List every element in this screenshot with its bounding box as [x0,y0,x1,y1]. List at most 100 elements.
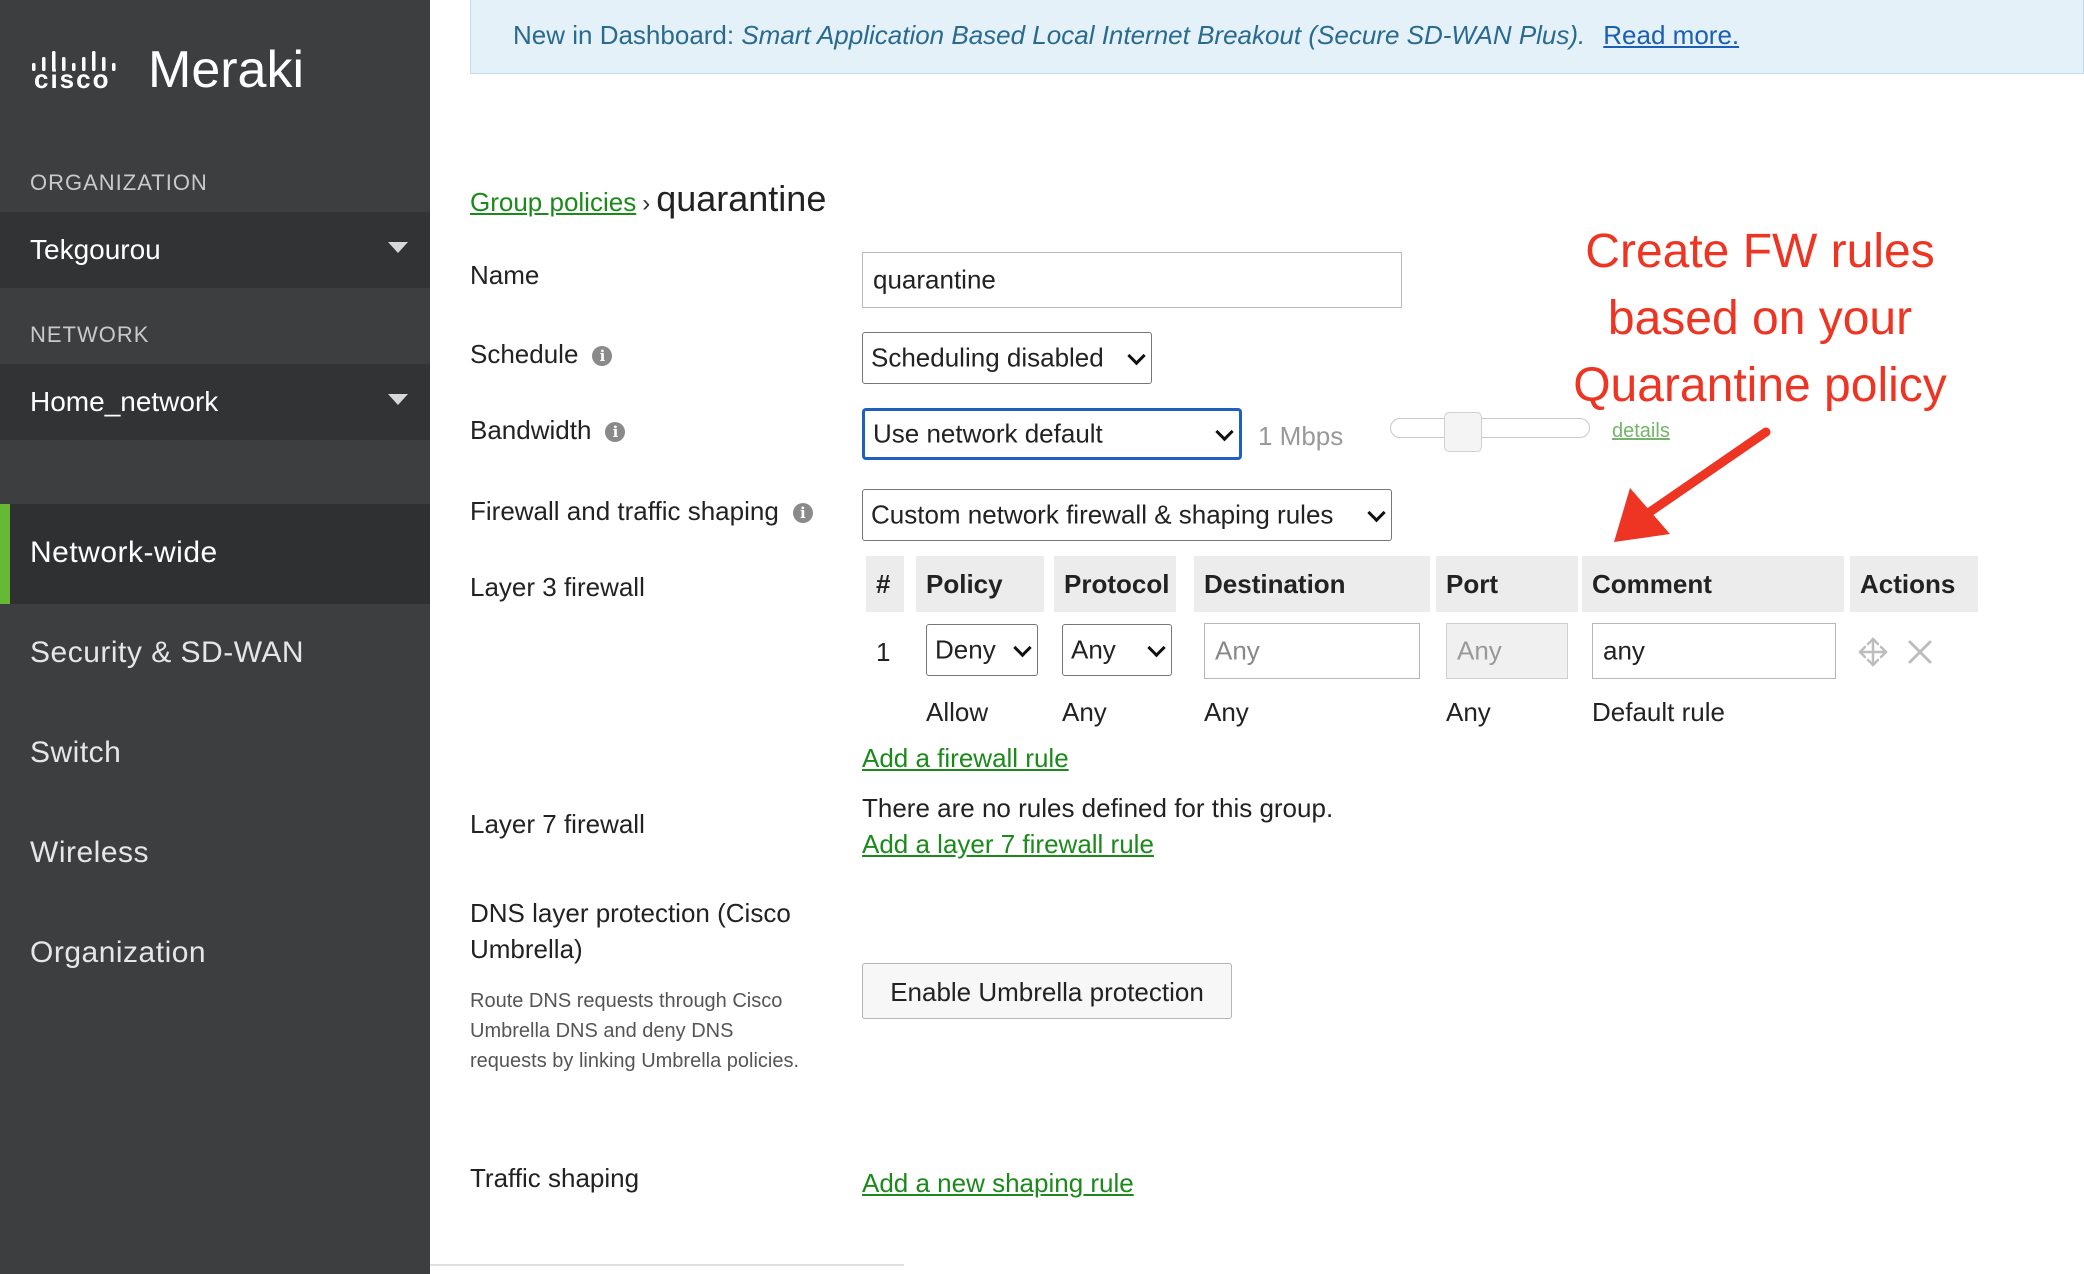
schedule-label-text: Schedule [470,339,579,369]
firewall-shaping-select-value: Custom network firewall & shaping rules [871,499,1334,530]
network-selector[interactable]: Home_network [0,364,430,440]
annotation-line: based on your [1607,292,1913,345]
nav-label: Organization [30,936,207,969]
rule-destination-input[interactable]: Any [1204,623,1420,679]
banner-prefix: New in Dashboard: [513,20,742,50]
rule-policy-select[interactable]: Deny [926,624,1038,676]
meraki-wordmark: Meraki [148,41,305,99]
read-more-link[interactable]: Read more. [1603,20,1739,50]
column-header-actions: Actions [1850,556,1978,612]
header-text: Policy [926,569,1003,599]
column-header-number: # [866,556,904,612]
header-text: Protocol [1064,569,1170,599]
column-header-policy: Policy [916,556,1044,612]
caret-down-icon [388,394,408,405]
enable-umbrella-button-label: Enable Umbrella protection [890,977,1204,1007]
rule-protocol-select[interactable]: Any [1062,624,1172,676]
chevron-down-icon [1147,638,1166,658]
column-header-port: Port [1436,556,1578,612]
rule-comment-input[interactable]: any [1592,623,1836,679]
annotation-callout: Create FW rules based on your Quarantine… [1540,218,1980,419]
info-icon[interactable]: i [605,422,626,442]
name-label: Name [470,260,540,290]
default-rule-protocol: Any [1062,697,1107,727]
add-shaping-rule-link[interactable]: Add a new shaping rule [862,1168,1134,1199]
schedule-label: Schedule i [470,339,613,370]
header-text: # [876,569,891,599]
add-firewall-rule-link[interactable]: Add a firewall rule [862,743,1069,774]
breadcrumb-separator: › [642,190,651,217]
rule-comment-value: any [1603,635,1645,666]
network-label: NETWORK [30,322,150,347]
rule-destination-placeholder: Any [1215,635,1260,666]
bandwidth-select-value: Use network default [873,418,1103,449]
network-value: Home_network [30,386,219,417]
chevron-down-icon [1127,346,1146,366]
bandwidth-slider-track[interactable] [1390,418,1590,438]
sidebar: cisco Meraki ORGANIZATION Tekgourou NETW… [0,0,430,1274]
nav-label: Security & SD-WAN [30,636,305,669]
nav-network-wide[interactable]: Network-wide [0,504,430,604]
nav-label: Network-wide [30,536,218,569]
nav-wireless[interactable]: Wireless [0,804,430,904]
bandwidth-slider-handle[interactable] [1444,412,1482,452]
bandwidth-select[interactable]: Use network default [862,408,1242,460]
rule-protocol-value: Any [1071,634,1116,665]
name-input-value: quarantine [873,264,996,295]
organization-value: Tekgourou [30,234,161,265]
default-rule-policy: Allow [926,697,989,727]
bandwidth-label: Bandwidth i [470,415,626,446]
banner-text: New in Dashboard: Smart Application Base… [513,20,1739,51]
rule-number: 1 [876,637,891,667]
cisco-wordmark: cisco [34,64,111,94]
layer7-empty-message: There are no rules defined for this grou… [862,793,1334,823]
header-text: Actions [1860,569,1956,599]
info-icon[interactable]: i [792,503,813,523]
rule-port-input: Any [1446,623,1568,679]
caret-down-icon [388,242,408,253]
rule-policy-value: Deny [935,634,996,665]
firewall-shaping-label: Firewall and traffic shaping i [470,496,813,527]
firewall-shaping-select[interactable]: Custom network firewall & shaping rules [862,489,1392,541]
bandwidth-label-text: Bandwidth [470,415,592,445]
name-input[interactable]: quarantine [862,252,1402,308]
schedule-select-value: Scheduling disabled [871,342,1104,373]
enable-umbrella-button[interactable]: Enable Umbrella protection [862,963,1232,1019]
default-rule-destination: Any [1204,697,1249,727]
layer3-firewall-label: Layer 3 firewall [470,572,645,602]
column-header-comment: Comment [1582,556,1844,612]
nav-label: Wireless [30,836,150,869]
schedule-select[interactable]: Scheduling disabled [862,332,1152,384]
close-icon[interactable] [1906,638,1934,666]
breadcrumb: Group policies › quarantine [470,178,826,220]
dns-protection-label: DNS layer protection (Cisco Umbrella) [470,898,791,964]
breadcrumb-group-policies-link[interactable]: Group policies [470,187,636,217]
move-icon[interactable] [1857,636,1889,668]
layer7-firewall-label: Layer 7 firewall [470,809,645,839]
nav-switch[interactable]: Switch [0,704,430,804]
chevron-down-icon [1013,638,1032,658]
bandwidth-rate: 1 Mbps [1258,421,1344,451]
organization-selector[interactable]: Tekgourou [0,212,430,288]
chevron-down-icon [1367,503,1386,523]
nav-label: Switch [30,736,122,769]
bottom-divider [430,1264,904,1266]
firewall-shaping-label-text: Firewall and traffic shaping [470,496,779,526]
default-rule-comment: Default rule [1592,697,1725,727]
column-header-destination: Destination [1194,556,1430,612]
info-icon[interactable]: i [592,346,613,366]
nav-organization[interactable]: Organization [0,904,430,1004]
header-text: Comment [1592,569,1712,599]
annotation-line: Quarantine policy [1573,359,1947,412]
traffic-shaping-label: Traffic shaping [470,1163,640,1193]
add-layer7-rule-link[interactable]: Add a layer 7 firewall rule [862,829,1154,860]
active-indicator [0,504,10,604]
page-title: quarantine [656,178,827,219]
chevron-down-icon [1215,422,1234,442]
header-text: Destination [1204,569,1346,599]
header-text: Port [1446,569,1498,599]
dns-protection-description: Route DNS requests through Cisco Umbrell… [470,990,800,1072]
nav-security-sd-wan[interactable]: Security & SD-WAN [0,604,430,704]
rule-port-placeholder: Any [1457,635,1502,666]
default-rule-port: Any [1446,697,1491,727]
